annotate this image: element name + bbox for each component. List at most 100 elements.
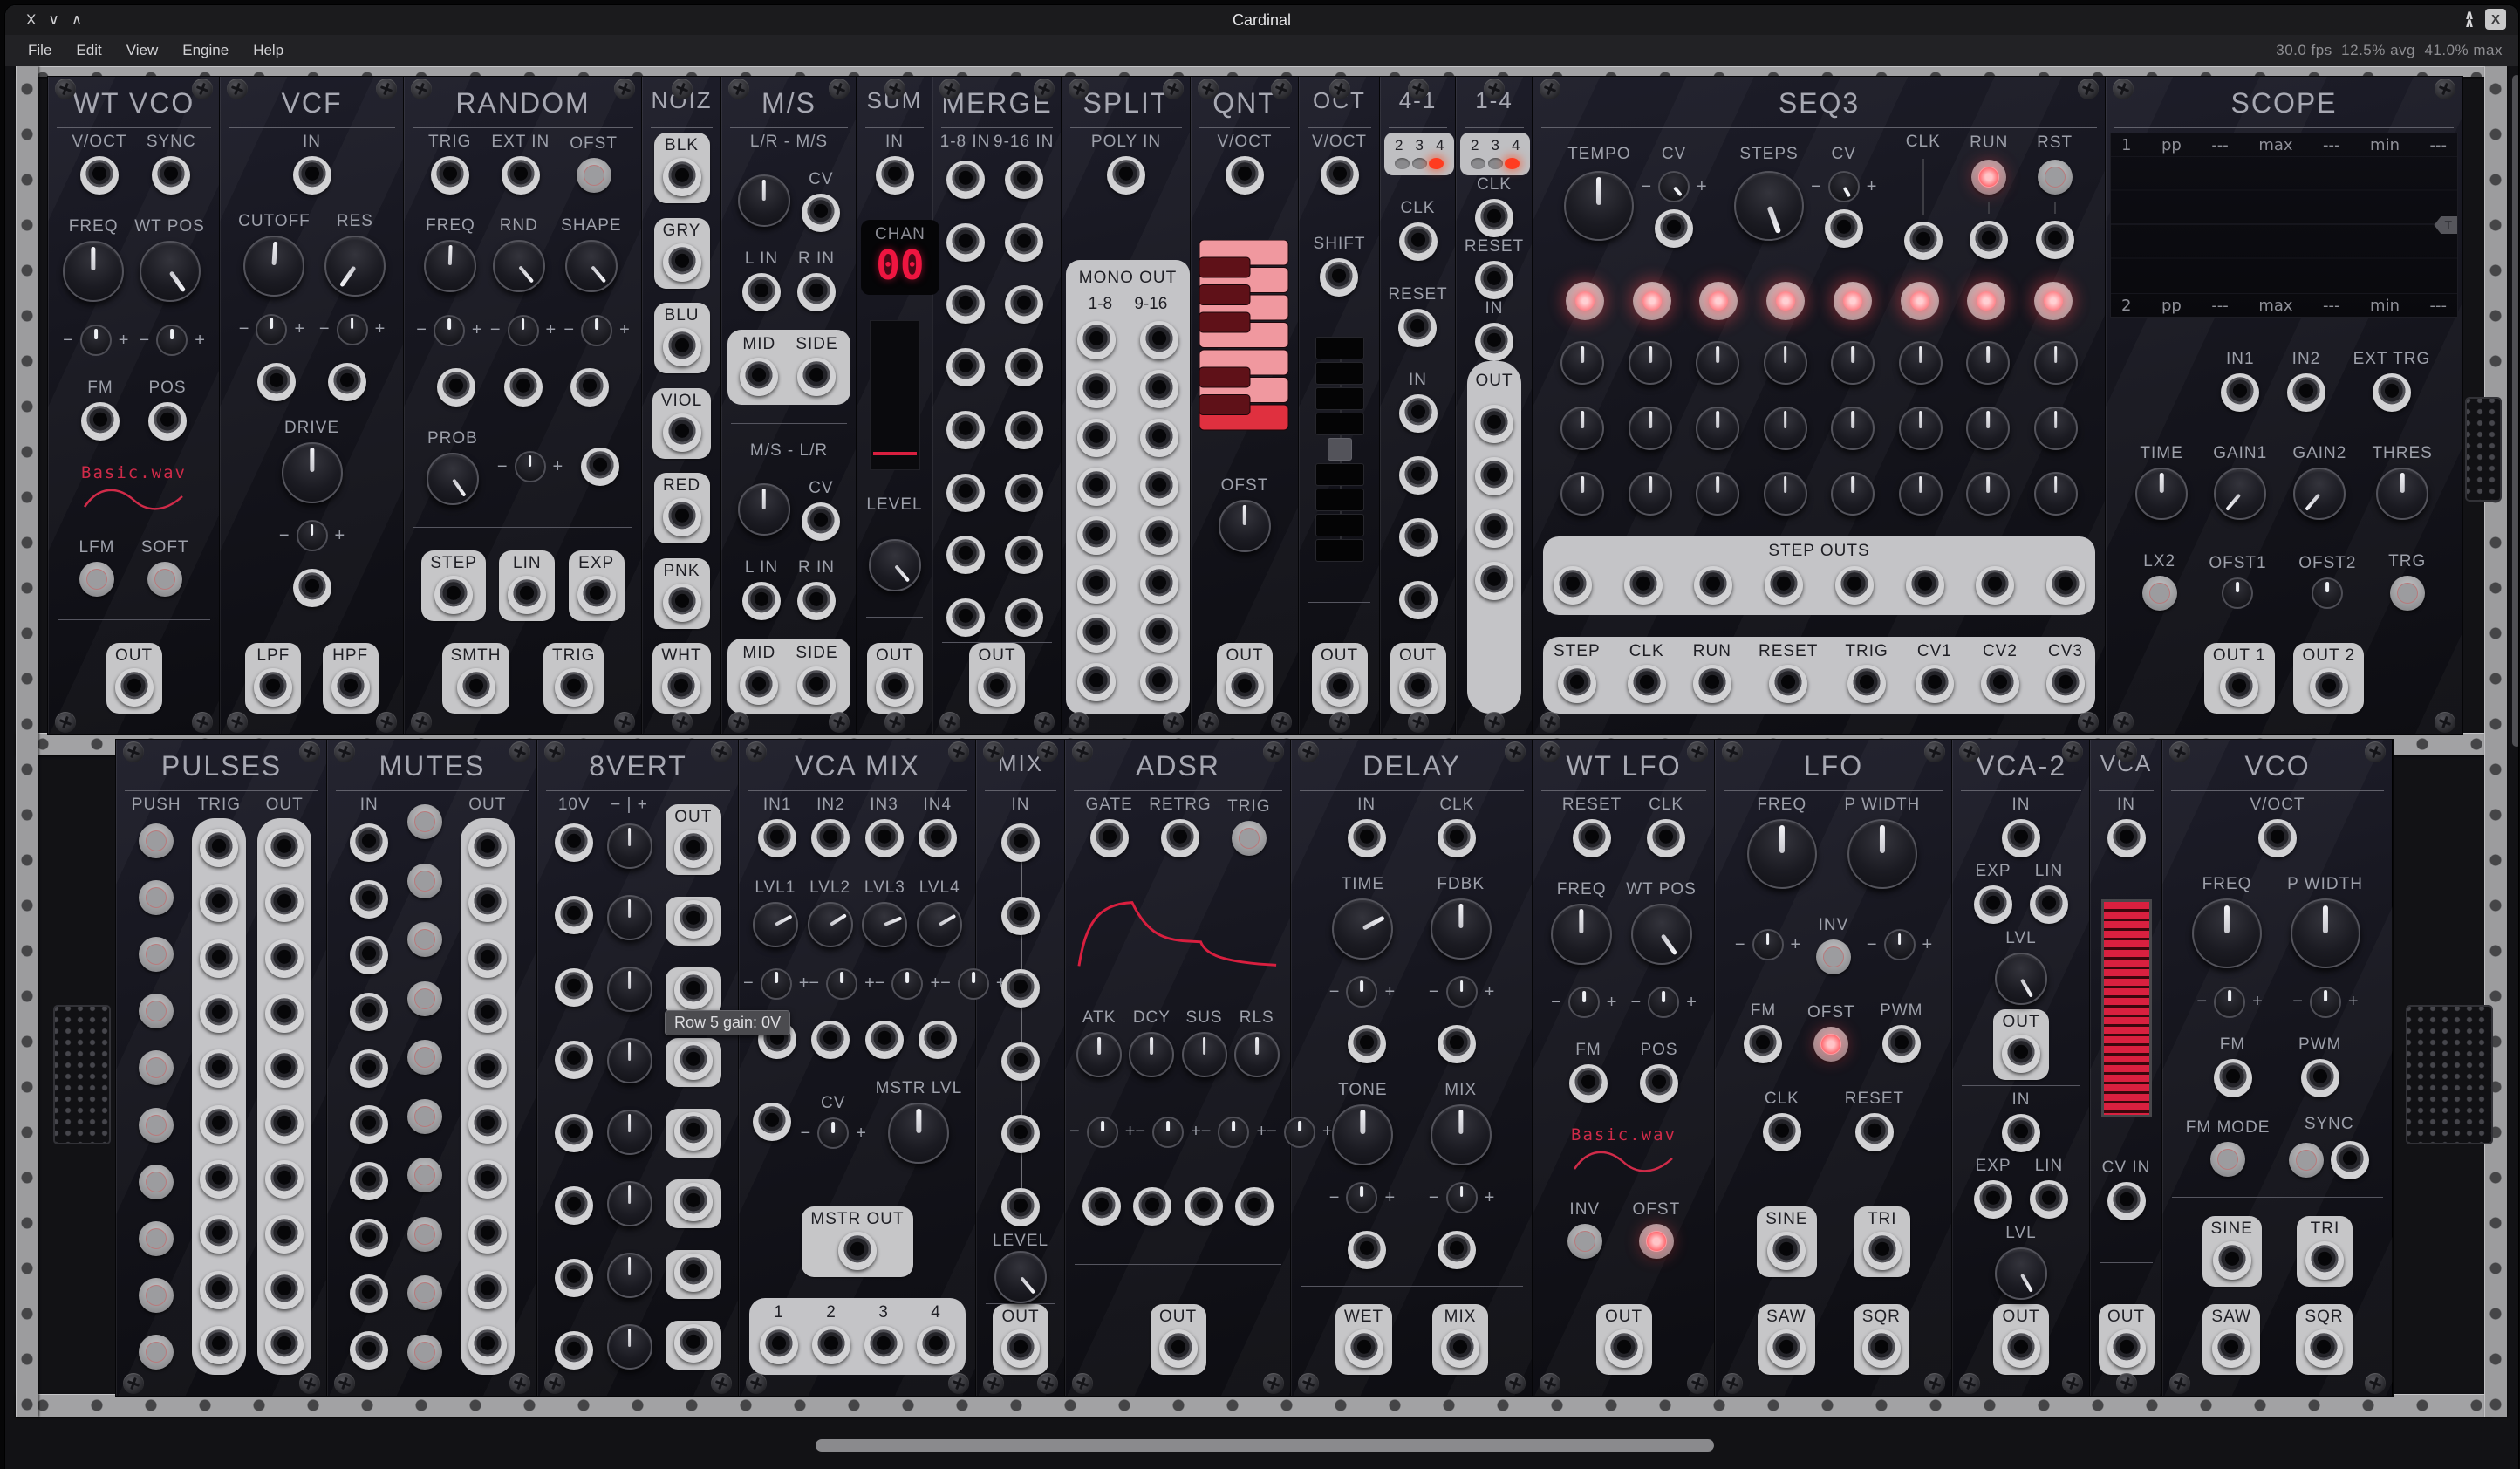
x-jack[interactable] xyxy=(1348,1231,1386,1269)
x-jack[interactable] xyxy=(753,1103,791,1141)
trim-knob[interactable] xyxy=(80,325,112,356)
lin-jack[interactable] xyxy=(2030,1180,2068,1219)
trim-knob[interactable] xyxy=(434,315,465,346)
output-jack[interactable] xyxy=(740,358,778,396)
module-noiz[interactable]: NOIZBLKGRYBLUVIOLREDPNKWHT xyxy=(642,77,721,734)
mono-out-jack[interactable] xyxy=(1140,419,1178,457)
in3-jack[interactable] xyxy=(865,819,904,857)
in-jack[interactable] xyxy=(2107,819,2146,857)
trim-knob[interactable] xyxy=(891,968,923,1000)
in2-jack[interactable] xyxy=(2287,373,2325,412)
vertical-scrollbar[interactable] xyxy=(2512,75,2518,747)
jack[interactable] xyxy=(468,829,507,867)
jack[interactable] xyxy=(946,285,985,324)
jack[interactable] xyxy=(555,1041,593,1079)
jack[interactable] xyxy=(555,896,593,934)
module-seq3[interactable]: SEQ3TEMPOCV−+STEPSCV−+CLKRUNRSTSTEP OUTS… xyxy=(1533,77,2106,734)
mono-out-jack[interactable] xyxy=(1077,565,1116,604)
jack[interactable] xyxy=(1001,969,1040,1008)
fm-jack[interactable] xyxy=(1744,1025,1782,1063)
push-button[interactable] xyxy=(407,1158,442,1192)
push-button[interactable] xyxy=(139,1278,174,1313)
jack[interactable] xyxy=(946,474,985,512)
step-button[interactable] xyxy=(1766,282,1805,320)
trim-knob[interactable] xyxy=(156,325,188,356)
trim-knob[interactable] xyxy=(1152,1117,1184,1148)
rack-area[interactable]: Row 5 gain: 0V WT VCOV/OCTSYNCFREQWT POS… xyxy=(5,66,2518,1469)
trim-knob[interactable] xyxy=(1884,929,1916,960)
gain-knob[interactable] xyxy=(607,967,652,1012)
step-knob[interactable] xyxy=(1764,341,1807,385)
ofst-button[interactable] xyxy=(1639,1224,1674,1259)
mono-out-jack[interactable] xyxy=(1140,614,1178,653)
inv-button[interactable] xyxy=(1567,1224,1602,1259)
step-button[interactable] xyxy=(1834,282,1872,320)
out-1-jack[interactable] xyxy=(2220,668,2258,707)
gain-knob[interactable] xyxy=(607,1324,652,1370)
trim-knob[interactable] xyxy=(256,314,287,345)
push-button[interactable] xyxy=(407,922,442,957)
out-jack[interactable] xyxy=(1226,668,1264,707)
jack[interactable] xyxy=(200,1326,238,1364)
app-icon[interactable]: X xyxy=(2485,9,2506,30)
x-knob[interactable] xyxy=(994,1251,1047,1303)
l-in-jack[interactable] xyxy=(742,582,781,620)
step-knob[interactable] xyxy=(1560,341,1604,385)
tone-knob[interactable] xyxy=(1332,1104,1393,1165)
shift-jack[interactable] xyxy=(1320,258,1358,297)
push-button[interactable] xyxy=(139,1050,174,1085)
module-vcf[interactable]: VCFINCUTOFFRES−+−+DRIVE−+LPFHPF xyxy=(220,77,404,734)
soft-button[interactable] xyxy=(147,562,182,597)
jack[interactable] xyxy=(200,994,238,1033)
module-vco[interactable]: VCOV/OCTFREQP WIDTH−+−+FMPWMFM MODESYNCS… xyxy=(2162,740,2393,1396)
shape-knob[interactable] xyxy=(565,240,618,292)
trigger-marker[interactable]: T xyxy=(2434,216,2457,234)
x-jack[interactable] xyxy=(674,1042,713,1080)
step-out-jack[interactable] xyxy=(1835,566,1874,605)
trig-jack[interactable] xyxy=(555,668,593,707)
run-button[interactable] xyxy=(1971,160,2006,195)
freq-knob[interactable] xyxy=(424,240,476,292)
x-jack[interactable] xyxy=(674,971,713,1009)
x-knob[interactable] xyxy=(869,539,921,591)
pnk-jack[interactable] xyxy=(663,584,701,622)
retrg-jack[interactable] xyxy=(1161,819,1199,857)
trim-knob[interactable] xyxy=(2312,577,2343,609)
module-lfo[interactable]: LFOFREQP WIDTH−+INV−+FMOFSTPWMCLKRESETSI… xyxy=(1715,740,1952,1396)
out-jack[interactable] xyxy=(1321,668,1359,707)
module-delay[interactable]: DELAYINCLKTIMEFDBK−+−+TONEMIX−+−+WETMIX xyxy=(1291,740,1533,1396)
module-adsr[interactable]: ADSRGATERETRGTRIGATKDCYSUSRLS−+−+−+−+OUT xyxy=(1065,740,1291,1396)
step-knob[interactable] xyxy=(1764,407,1807,450)
trim-knob[interactable] xyxy=(1087,1117,1118,1148)
v-oct-jack[interactable] xyxy=(80,156,119,195)
jack[interactable] xyxy=(200,939,238,978)
mix-knob[interactable] xyxy=(1431,1104,1492,1165)
lin-jack[interactable] xyxy=(508,576,546,614)
fdbk-knob[interactable] xyxy=(1431,898,1492,960)
exp-jack[interactable] xyxy=(1974,1180,2012,1219)
step-out-jack[interactable] xyxy=(2046,566,2085,605)
time-knob[interactable] xyxy=(2135,468,2188,520)
trim-knob[interactable] xyxy=(1346,976,1377,1008)
step-button[interactable] xyxy=(1699,282,1738,320)
jack[interactable] xyxy=(555,1331,593,1370)
jack[interactable] xyxy=(946,598,985,637)
p-width-knob[interactable] xyxy=(1847,819,1917,889)
output-jack[interactable] xyxy=(797,666,836,705)
trig-button[interactable] xyxy=(1232,821,1267,856)
module-vcamix[interactable]: VCA MIXIN1IN2IN3IN4LVL1LVL2LVL3LVL4−+−+−… xyxy=(739,740,976,1396)
pwm-jack[interactable] xyxy=(2301,1059,2339,1097)
jack[interactable] xyxy=(468,1271,507,1309)
jack[interactable] xyxy=(1005,161,1043,199)
x-jack[interactable] xyxy=(1399,518,1438,557)
module-sum[interactable]: SUMINCHAN00LEVELOUT xyxy=(857,77,932,734)
module-mix[interactable]: MIXINLEVELOUT xyxy=(976,740,1065,1396)
menu-view[interactable]: View xyxy=(114,42,171,59)
mono-out-jack[interactable] xyxy=(1140,321,1178,359)
push-button[interactable] xyxy=(139,880,174,915)
step-knob[interactable] xyxy=(1899,472,1943,516)
step-knob[interactable] xyxy=(2034,407,2078,450)
trim-knob[interactable] xyxy=(1828,171,1860,202)
freq-knob[interactable] xyxy=(1551,904,1612,965)
exp-jack[interactable] xyxy=(1974,885,2012,924)
